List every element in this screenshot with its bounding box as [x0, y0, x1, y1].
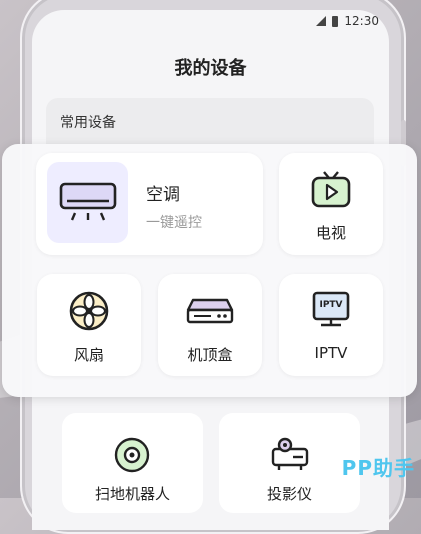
- device-tile-set-top-box[interactable]: 机顶盒: [158, 274, 262, 376]
- device-tile-tv[interactable]: 电视: [279, 153, 383, 255]
- air-conditioner-icon: [59, 182, 117, 221]
- fan-icon: [69, 291, 109, 331]
- device-subtitle: 一键遥控: [146, 215, 202, 231]
- device-label: 扫地机器人: [94, 485, 170, 503]
- projector-icon: [271, 437, 309, 470]
- device-label: 投影仪: [266, 485, 312, 503]
- air-conditioner-icon-box: [47, 162, 128, 243]
- set-top-box-icon: [186, 298, 234, 324]
- device-label: 电视: [315, 224, 346, 242]
- iptv-icon-text: IPTV: [319, 300, 343, 310]
- tv-icon: [311, 171, 351, 208]
- battery-icon: [332, 15, 339, 27]
- device-tile-robot-vacuum[interactable]: 扫地机器人: [62, 413, 203, 513]
- robot-vacuum-icon: [114, 437, 150, 473]
- iptv-icon: [312, 291, 350, 327]
- device-tile-projector[interactable]: 投影仪: [219, 413, 360, 513]
- device-name: 空调: [146, 185, 180, 205]
- device-label: IPTV: [314, 344, 348, 362]
- device-label: 机顶盒: [187, 346, 233, 364]
- device-tile-iptv[interactable]: IPTV IPTV: [279, 274, 383, 376]
- device-popup-panel: 空调 一键遥控 电视 风扇 机顶盒 IPTV IPTV: [2, 144, 417, 397]
- device-tile-fan[interactable]: 风扇: [37, 274, 141, 376]
- section-label: 常用设备: [60, 115, 116, 131]
- watermark-logo: PP助手: [341, 456, 415, 480]
- device-label: 风扇: [73, 346, 104, 364]
- status-bar: 12:30: [316, 14, 379, 28]
- signal-icon: [316, 16, 327, 26]
- page-title: 我的设备: [174, 58, 247, 79]
- status-time: 12:30: [344, 14, 379, 28]
- device-tile-air-conditioner[interactable]: 空调 一键遥控: [36, 153, 263, 255]
